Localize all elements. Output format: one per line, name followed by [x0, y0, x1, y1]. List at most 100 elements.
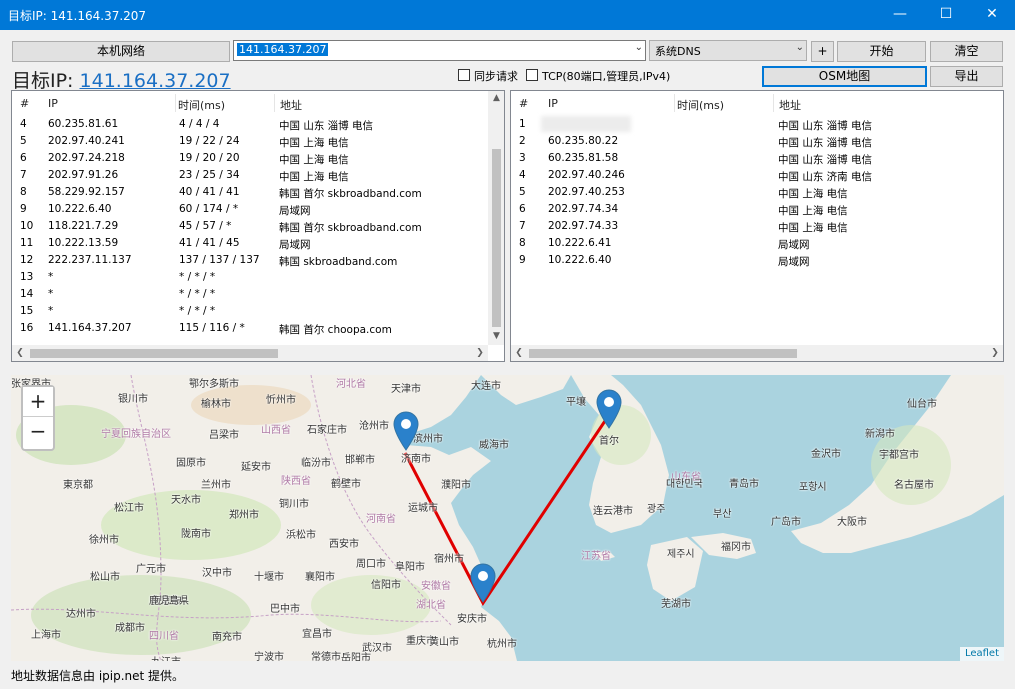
scroll-left-icon[interactable]: ❮	[513, 348, 525, 358]
cell-ip: 202.97.74.33	[548, 220, 619, 232]
scroll-thumb[interactable]	[492, 149, 501, 327]
target-input[interactable]: 141.164.37.207 ⌄	[233, 40, 646, 61]
start-button[interactable]: 开始	[837, 41, 926, 62]
leaflet-attribution[interactable]: Leaflet	[959, 647, 1004, 661]
cell-num: 3	[519, 152, 526, 164]
table-row[interactable]: 12 222.237.11.137 137 / 137 / 137 韩国 skbroa…	[12, 252, 488, 269]
left-vertical-scrollbar[interactable]: ▲ ▼	[488, 91, 504, 345]
right-horizontal-scrollbar[interactable]: ❮ ❯	[511, 345, 1003, 361]
cell-time: 41 / 41 / 45	[179, 237, 240, 249]
col-ip[interactable]: IP	[48, 97, 58, 110]
table-row[interactable]: 8 10.222.6.41 局域网	[511, 235, 1003, 252]
table-row[interactable]: 5 202.97.40.241 19 / 22 / 24 中国 上海 电信	[12, 133, 488, 150]
map-label: 固原市	[176, 458, 206, 469]
right-trace-list[interactable]: # IP 时间(ms) 地址 1 中国 山东 淄博 电信 2 60.235.80.22…	[510, 90, 1004, 362]
add-button[interactable]: +	[811, 41, 834, 62]
target-ip-link[interactable]: 141.164.37.207	[80, 70, 231, 92]
table-row[interactable]: 1 中国 山东 淄博 电信	[511, 116, 1003, 133]
map-label: 天津市	[391, 384, 421, 395]
col-num[interactable]: #	[519, 97, 528, 110]
col-addr[interactable]: 地址	[280, 97, 302, 113]
cell-time: * / * / *	[179, 271, 216, 283]
cell-time: 19 / 20 / 20	[179, 152, 240, 164]
cell-ip: 202.97.40.241	[48, 135, 125, 147]
map-label: 陕西省	[281, 476, 311, 487]
export-button[interactable]: 导出	[930, 66, 1003, 87]
scroll-thumb[interactable]	[529, 349, 797, 358]
table-row[interactable]: 14 * * / * / *	[12, 286, 488, 303]
left-trace-list[interactable]: # IP 时间(ms) 地址 4 60.235.81.61 4 / 4 / 4 中国 …	[11, 90, 505, 362]
title-bar[interactable]: 目标IP: 141.164.37.207 — ☐ ✕	[0, 0, 1015, 30]
map-label: 银川市	[118, 394, 148, 405]
col-ip[interactable]: IP	[548, 97, 558, 110]
chevron-down-icon[interactable]: ⌄	[796, 42, 804, 53]
chevron-down-icon[interactable]: ⌄	[635, 42, 643, 53]
osm-map[interactable]: 鄂尔多斯市 河北省 天津市 大连市 平壤 银川市 榆林市 忻州市 沧州市 首尔 仙台市 宁夏回族自治区…	[11, 375, 1004, 661]
cell-addr: 韩国 首尔 choopa.com	[279, 324, 392, 336]
scroll-left-icon[interactable]: ❮	[14, 348, 26, 358]
col-addr[interactable]: 地址	[779, 97, 801, 113]
osm-map-button[interactable]: OSM地图	[762, 66, 927, 87]
close-icon[interactable]: ✕	[969, 0, 1015, 30]
table-row[interactable]: 10 118.221.7.29 45 / 57 / * 韩国 首尔 skbroadba…	[12, 218, 488, 235]
map-label: 東京都	[63, 480, 93, 491]
map-label: 黄山市	[429, 637, 459, 648]
table-row[interactable]: 6 202.97.74.34 中国 上海 电信	[511, 201, 1003, 218]
cell-addr: 局域网	[279, 239, 311, 251]
cell-ip: 141.164.37.207	[48, 322, 132, 334]
table-row[interactable]: 3 60.235.81.58 中国 山东 淄博 电信	[511, 150, 1003, 167]
table-row[interactable]: 7 202.97.74.33 中国 上海 电信	[511, 218, 1003, 235]
tcp-checkbox[interactable]	[526, 69, 538, 81]
cell-time: 60 / 174 / *	[179, 203, 239, 215]
scroll-thumb[interactable]	[30, 349, 278, 358]
scroll-right-icon[interactable]: ❯	[474, 348, 486, 358]
zoom-in-button[interactable]: +	[23, 387, 53, 417]
maximize-icon[interactable]: ☐	[923, 0, 969, 30]
map-marker-icon[interactable]	[470, 563, 496, 603]
map-label: 上海市	[31, 630, 61, 641]
cell-time: * / * / *	[179, 288, 216, 300]
col-time[interactable]: 时间(ms)	[178, 97, 225, 113]
map-label: 岳阳市	[341, 653, 371, 661]
col-num[interactable]: #	[20, 97, 29, 110]
cell-ip: 58.229.92.157	[48, 186, 125, 198]
map-label: 连云港市	[593, 506, 633, 517]
table-row[interactable]: 15 * * / * / *	[12, 303, 488, 320]
map-label: 西安市	[329, 539, 359, 550]
local-network-button[interactable]: 本机网络	[12, 41, 230, 62]
table-row[interactable]: 9 10.222.6.40 60 / 174 / * 局域网	[12, 201, 488, 218]
sync-label: 同步请求	[474, 70, 518, 83]
cell-ip: *	[48, 271, 54, 283]
scroll-right-icon[interactable]: ❯	[989, 348, 1001, 358]
scroll-down-icon[interactable]: ▼	[488, 331, 504, 341]
map-label: 济南市	[401, 454, 431, 465]
table-row[interactable]: 9 10.222.6.40 局域网	[511, 252, 1003, 269]
map-label: 安徽省	[421, 581, 451, 592]
scroll-up-icon[interactable]: ▲	[488, 93, 504, 103]
map-label: 南充市	[212, 632, 242, 643]
table-row[interactable]: 7 202.97.91.26 23 / 25 / 34 中国 上海 电信	[12, 167, 488, 184]
map-marker-icon[interactable]	[393, 411, 419, 451]
table-row[interactable]: 13 * * / * / *	[12, 269, 488, 286]
map-label: 周口市	[356, 559, 386, 570]
table-row[interactable]: 6 202.97.24.218 19 / 20 / 20 中国 上海 电信	[12, 150, 488, 167]
table-row[interactable]: 5 202.97.40.253 中国 上海 电信	[511, 184, 1003, 201]
table-row[interactable]: 8 58.229.92.157 40 / 41 / 41 韩国 首尔 skbroadb…	[12, 184, 488, 201]
cell-num: 10	[20, 220, 34, 232]
clear-button[interactable]: 清空	[930, 41, 1003, 62]
table-row[interactable]: 16 141.164.37.207 115 / 116 / * 韩国 首尔 choop…	[12, 320, 488, 337]
table-row[interactable]: 2 60.235.80.22 中国 山东 淄博 电信	[511, 133, 1003, 150]
map-label: 仙台市	[907, 399, 937, 410]
map-marker-icon[interactable]	[596, 389, 622, 429]
left-horizontal-scrollbar[interactable]: ❮ ❯	[12, 345, 488, 361]
col-time[interactable]: 时间(ms)	[677, 97, 724, 113]
map-label: 대한민국	[666, 479, 703, 490]
map-label: 广元市	[136, 564, 166, 575]
table-row[interactable]: 4 202.97.40.246 中国 山东 济南 电信	[511, 167, 1003, 184]
zoom-out-button[interactable]: −	[23, 417, 53, 447]
sync-checkbox[interactable]	[458, 69, 470, 81]
minimize-icon[interactable]: —	[877, 0, 923, 30]
table-row[interactable]: 4 60.235.81.61 4 / 4 / 4 中国 山东 淄博 电信	[12, 116, 488, 133]
dns-select[interactable]: 系统DNS ⌄	[649, 40, 807, 61]
table-row[interactable]: 11 10.222.13.59 41 / 41 / 45 局域网	[12, 235, 488, 252]
